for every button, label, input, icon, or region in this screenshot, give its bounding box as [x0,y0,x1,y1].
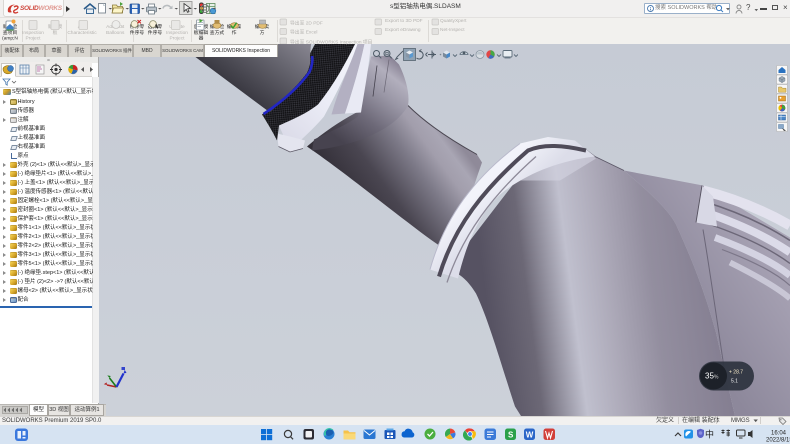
svg-text:+ 28.7: + 28.7 [729,369,743,375]
svg-text:2022/8/15: 2022/8/15 [766,437,790,443]
svg-text:S: S [508,430,514,439]
svg-text:%: % [714,374,719,380]
svg-text:W: W [526,430,534,439]
svg-text:16:04: 16:04 [771,430,787,436]
svg-text:5.1: 5.1 [731,378,738,384]
svg-text:中: 中 [705,428,714,439]
